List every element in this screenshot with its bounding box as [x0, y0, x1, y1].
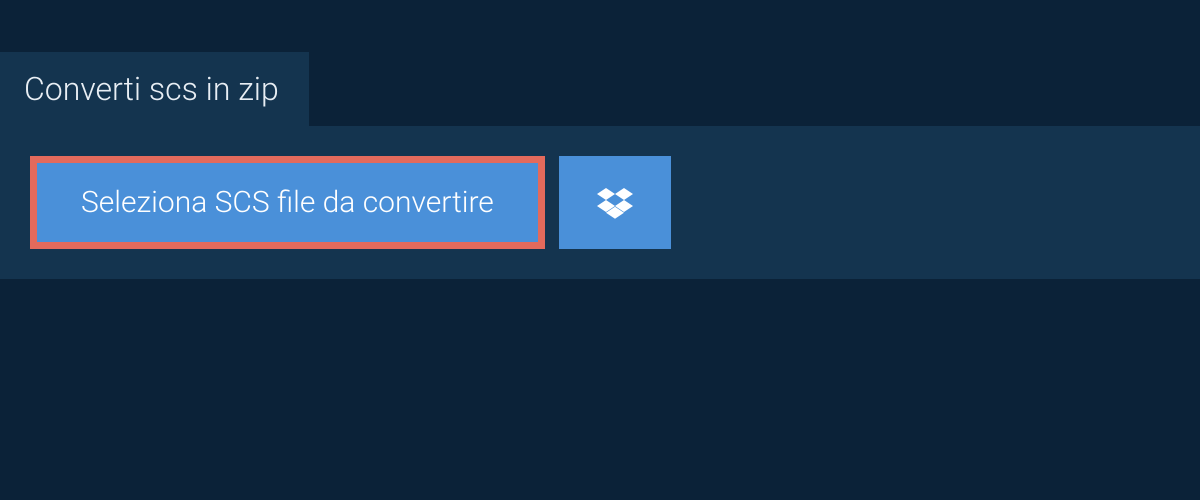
tab-title: Converti scs in zip — [24, 70, 279, 108]
file-select-row: Seleziona SCS file da convertire — [30, 156, 1170, 249]
converter-panel: Seleziona SCS file da convertire — [0, 126, 1200, 279]
dropbox-button[interactable] — [559, 156, 671, 249]
dropbox-icon — [597, 185, 633, 221]
select-file-label: Seleziona SCS file da convertire — [81, 185, 494, 220]
tab-header: Converti scs in zip — [0, 52, 309, 126]
select-file-button[interactable]: Seleziona SCS file da convertire — [30, 156, 545, 249]
